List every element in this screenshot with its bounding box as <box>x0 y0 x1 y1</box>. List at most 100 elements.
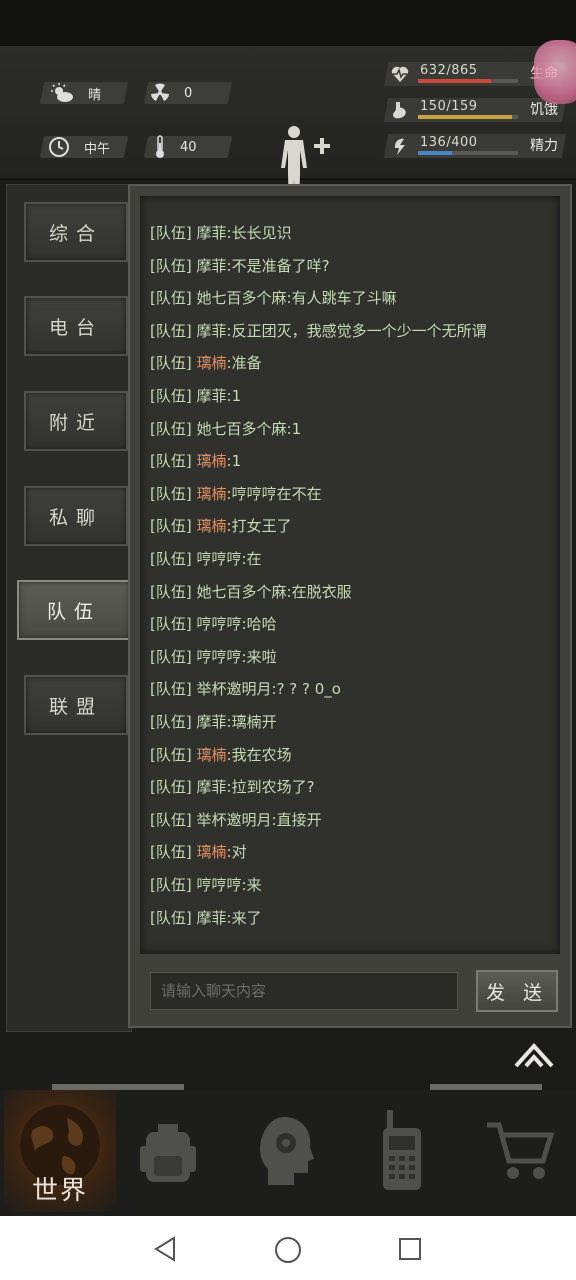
message-channel: [队伍] <box>150 517 192 536</box>
weather-label: 晴 <box>88 87 102 103</box>
energy-bolt-icon <box>395 138 405 155</box>
message-sender[interactable]: 璃楠 <box>197 452 227 470</box>
message-text: :璃楠开 <box>226 713 277 731</box>
message-channel: [队伍] <box>150 745 192 764</box>
chat-message: [队伍] 她七百多个麻:在脱衣服 <box>150 581 352 602</box>
walkie-talkie-icon <box>383 1110 421 1190</box>
chat-message: [队伍] 哼哼哼:在 <box>150 548 262 569</box>
health-bar-fill <box>418 79 491 83</box>
message-sender[interactable]: 摩菲 <box>197 387 227 405</box>
message-channel: [队伍] <box>150 550 192 568</box>
message-text: :来啦 <box>241 647 277 666</box>
nav-radio[interactable] <box>346 1090 458 1212</box>
message-channel: [队伍] <box>150 843 192 862</box>
message-text: :打女王了 <box>226 517 292 536</box>
message-channel: [队伍] <box>150 810 192 829</box>
nav-world[interactable]: 世界 <box>4 1090 116 1212</box>
chat-message: [队伍] 她七百多个麻:1 <box>150 418 301 439</box>
message-channel: [队伍] <box>150 224 192 242</box>
message-channel: [队伍] <box>150 876 192 894</box>
message-text: :哼哼哼在不在 <box>226 484 322 503</box>
chat-message: [队伍] 摩菲:来了 <box>150 907 262 928</box>
chat-message: [队伍] 璃楠:对 <box>150 841 247 862</box>
message-sender[interactable]: 她七百多个麻 <box>197 289 287 307</box>
time-of-day-label: 中午 <box>84 141 111 157</box>
thermometer-icon <box>154 135 166 159</box>
message-text: :我在农场 <box>226 745 292 764</box>
message-sender[interactable]: 举杯邀明月 <box>197 680 272 698</box>
hunger-stat: 150/159 饥饿 <box>383 98 567 122</box>
message-sender[interactable]: 哼哼哼 <box>197 648 242 666</box>
nav-world-label: 世界 <box>32 1176 89 1206</box>
chat-message: [队伍] 璃楠:1 <box>150 450 241 471</box>
tab-radio[interactable]: 电台 <box>24 296 128 356</box>
chat-message: [队伍] 摩菲:不是准备了咩? <box>150 255 330 276</box>
backpack-icon <box>140 1124 196 1182</box>
chat-panel: [队伍] 摩菲:长长见识 [队伍] 摩菲:不是准备了咩? [队伍] 她七百多个麻:有… <box>128 184 572 1028</box>
chat-message: [队伍] 哼哼哼:来 <box>150 874 262 895</box>
message-text: :在 <box>241 550 262 568</box>
message-text: :在脱衣服 <box>286 582 352 601</box>
message-sender[interactable]: 摩菲 <box>197 257 227 275</box>
collapse-up-icon[interactable] <box>514 1040 554 1070</box>
chat-message: [队伍] 璃楠:哼哼哼在不在 <box>150 483 322 504</box>
chat-message-list[interactable]: [队伍] 摩菲:长长见识 [队伍] 摩菲:不是准备了咩? [队伍] 她七百多个麻:有… <box>140 196 560 954</box>
message-sender[interactable]: 摩菲 <box>197 778 227 796</box>
chat-message: [队伍] 举杯邀明月:直接开 <box>150 809 322 830</box>
tab-general[interactable]: 综合 <box>24 202 128 262</box>
chat-message: [队伍] 摩菲:反正团灭，我感觉多一个少一个无所谓 <box>150 320 487 341</box>
message-sender[interactable]: 璃楠 <box>197 517 227 535</box>
message-text: :1 <box>226 387 242 405</box>
tab-team[interactable]: 队伍 <box>17 580 131 640</box>
message-text: :1 <box>226 452 242 471</box>
message-text: :哈哈 <box>241 615 277 634</box>
message-sender[interactable]: 摩菲 <box>197 713 227 731</box>
message-sender[interactable]: 璃楠 <box>197 843 227 861</box>
chat-message: [队伍] 璃楠:我在农场 <box>150 744 292 765</box>
message-channel: [队伍] <box>150 321 192 340</box>
hunger-bar-fill <box>418 115 512 119</box>
message-text: :反正团灭，我感觉多一个少一个无所谓 <box>226 321 487 340</box>
message-sender[interactable]: 她七百多个麻 <box>197 420 287 438</box>
message-sender[interactable]: 摩菲 <box>197 224 227 242</box>
message-sender[interactable]: 璃楠 <box>197 354 227 372</box>
message-text: :来了 <box>226 908 262 927</box>
message-sender[interactable]: 举杯邀明月 <box>197 811 272 829</box>
message-sender[interactable]: 璃楠 <box>197 485 227 503</box>
message-text: :来 <box>241 876 262 894</box>
message-sender[interactable]: 哼哼哼 <box>197 615 242 633</box>
nav-shop[interactable] <box>464 1090 576 1212</box>
home-icon[interactable] <box>274 1236 302 1264</box>
tab-nearby[interactable]: 附近 <box>24 391 128 451</box>
message-sender[interactable]: 摩菲 <box>197 909 227 927</box>
message-sender[interactable]: 璃楠 <box>197 746 227 764</box>
message-sender[interactable]: 她七百多个麻 <box>197 583 287 601</box>
message-sender[interactable]: 摩菲 <box>197 322 227 340</box>
recents-icon[interactable] <box>398 1237 422 1261</box>
status-bar <box>0 0 576 46</box>
radiation-value: 0 <box>184 85 193 101</box>
message-channel: [队伍] <box>150 484 192 503</box>
tab-alliance[interactable]: 联盟 <box>24 675 128 735</box>
energy-value: 136/400 <box>420 135 478 150</box>
message-text: :? ? ? 0_o <box>271 680 341 699</box>
message-sender[interactable]: 哼哼哼 <box>197 550 242 568</box>
message-channel: [队伍] <box>150 354 192 373</box>
message-sender[interactable]: 哼哼哼 <box>197 876 242 894</box>
back-icon[interactable] <box>152 1236 178 1262</box>
energy-bar-fill <box>418 151 452 155</box>
tab-private[interactable]: 私聊 <box>24 486 128 546</box>
energy-label: 精力 <box>530 138 558 154</box>
chat-message: [队伍] 摩菲:长长见识 <box>150 222 292 243</box>
nav-skills[interactable] <box>230 1090 342 1212</box>
bilibili-overlay-icon[interactable] <box>534 40 576 104</box>
shopping-cart-icon <box>487 1122 555 1179</box>
hunger-value: 150/159 <box>420 99 478 114</box>
message-channel: [队伍] <box>150 615 192 634</box>
heart-pulse-icon <box>391 66 409 82</box>
nav-backpack[interactable] <box>112 1090 224 1212</box>
send-button[interactable]: 发 送 <box>476 970 558 1012</box>
chat-input[interactable] <box>150 972 458 1010</box>
chat-message: [队伍] 她七百多个麻:有人跳车了斗嘛 <box>150 287 397 308</box>
message-channel: [队伍] <box>150 582 192 601</box>
